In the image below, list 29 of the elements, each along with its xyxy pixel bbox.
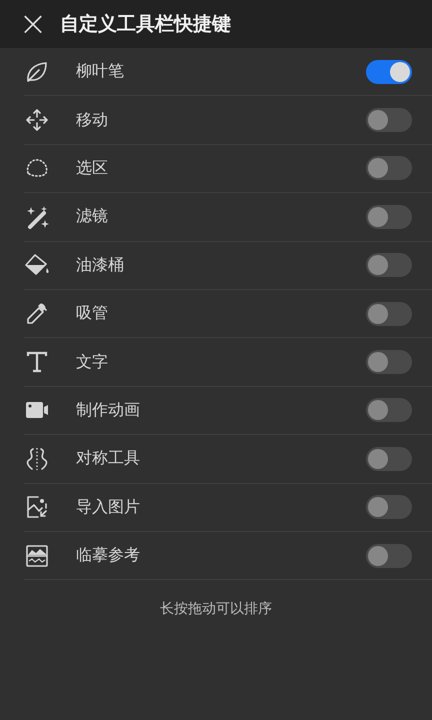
toggle-switch[interactable] xyxy=(366,446,412,471)
tool-label: 导入图片 xyxy=(76,496,141,518)
tool-label: 移动 xyxy=(76,110,109,131)
toggle-switch[interactable] xyxy=(366,156,412,180)
tool-label: 油漆桶 xyxy=(76,254,125,276)
toggle-switch[interactable] xyxy=(366,495,412,520)
toggle-switch[interactable] xyxy=(366,253,412,278)
close-button[interactable]: × xyxy=(20,7,46,41)
tool-label: 文字 xyxy=(76,352,109,373)
reference-image-icon xyxy=(24,542,50,569)
tool-label: 对称工具 xyxy=(76,448,141,470)
toggle-switch[interactable] xyxy=(366,350,412,374)
toggle-switch[interactable] xyxy=(366,60,412,84)
tool-label: 制作动画 xyxy=(76,400,141,421)
tool-label: 选区 xyxy=(76,158,109,179)
toggle-switch[interactable] xyxy=(366,108,412,132)
toggle-switch[interactable] xyxy=(366,544,412,568)
tool-label: 临摹参考 xyxy=(76,545,141,566)
tool-label: 柳叶笔 xyxy=(76,61,125,82)
move-arrows-icon xyxy=(24,107,50,134)
toggle-switch[interactable] xyxy=(366,204,412,229)
image-import-icon xyxy=(24,494,50,520)
tool-label: 滤镜 xyxy=(76,206,109,228)
sort-hint: 长按拖动可以排序 xyxy=(160,600,272,618)
tool-label: 吸管 xyxy=(76,303,109,324)
toggle-switch[interactable] xyxy=(366,398,412,422)
toggle-switch[interactable] xyxy=(366,302,412,326)
page-title: 自定义工具栏快捷键 xyxy=(60,12,231,37)
symmetry-icon xyxy=(24,446,50,472)
